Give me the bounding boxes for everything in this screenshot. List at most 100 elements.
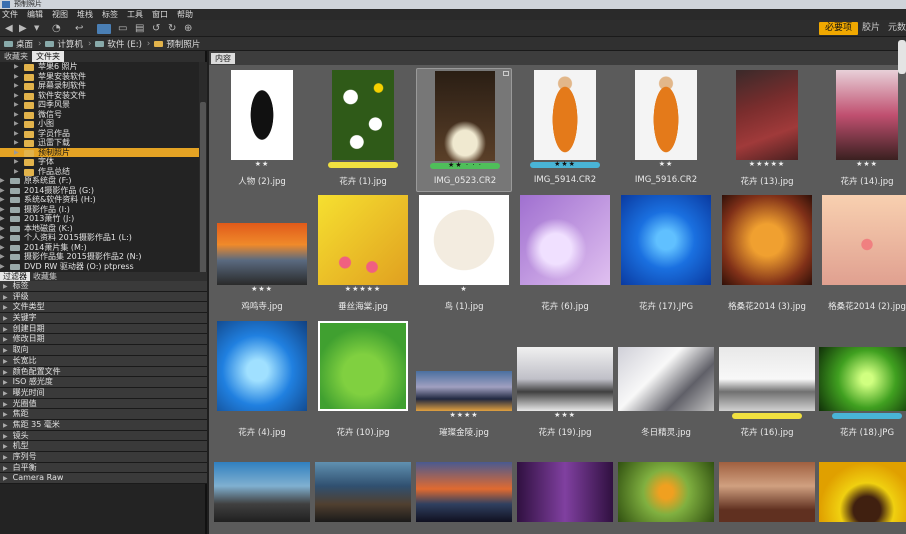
- thumbnail-image[interactable]: [416, 371, 512, 411]
- thumbnail-image[interactable]: [416, 462, 512, 522]
- boomerang-icon[interactable]: ↩: [75, 23, 83, 34]
- thumbnail-image[interactable]: [217, 321, 307, 411]
- tree-item[interactable]: ▶ 摄影作品 (I:): [0, 205, 199, 215]
- expand-triangle-icon[interactable]: ▶: [0, 176, 5, 186]
- thumbnail-image[interactable]: [635, 70, 697, 160]
- thumbnail-image[interactable]: [435, 71, 495, 161]
- filter-row[interactable]: ▶ 焦距 35 毫米: [0, 419, 207, 431]
- thumbnail-cell[interactable]: 格桑花2014 (3).jpg: [719, 193, 815, 317]
- tree-item[interactable]: ▶ 软件安装文件: [0, 91, 199, 101]
- filter-row[interactable]: ▶ 白平衡: [0, 462, 207, 474]
- thumbnail-cell[interactable]: 冬日精灵.jpg: [618, 319, 714, 443]
- star-rating[interactable]: ★★★: [517, 411, 613, 419]
- expand-triangle-icon[interactable]: ▶: [14, 81, 19, 91]
- star-rating[interactable]: ★★ · · ·: [417, 161, 513, 169]
- filter-row[interactable]: ▶ 修改日期: [0, 334, 207, 346]
- expand-triangle-icon[interactable]: ▶: [14, 138, 19, 148]
- tree-item[interactable]: ▶ 小图: [0, 119, 199, 129]
- thumbnail-image[interactable]: [318, 321, 408, 411]
- thumbnail-image[interactable]: [618, 462, 714, 522]
- thumbnail-cell[interactable]: ★ 鸟 (1).jpg: [416, 193, 512, 317]
- thumbnail-cell[interactable]: 花卉 (6).jpg: [517, 193, 613, 317]
- thumbnail-image[interactable]: [318, 195, 408, 285]
- breadcrumb-folder[interactable]: 预制照片: [154, 38, 200, 50]
- star-rating[interactable]: ★★: [618, 160, 714, 168]
- tree-item[interactable]: ▶ 2014摄影作品 (G:): [0, 186, 199, 196]
- star-rating[interactable]: ★★★★: [416, 411, 512, 419]
- filter-row[interactable]: ▶ 机型: [0, 441, 207, 452]
- dropdown-icon[interactable]: ▼: [34, 23, 39, 34]
- thumbnail-cell[interactable]: 格桑花2014 (2).jpg: [819, 193, 906, 317]
- filter-row[interactable]: ▶ 长宽比: [0, 355, 207, 367]
- thumbnail-cell[interactable]: 花卉 (1).jpg: [315, 68, 411, 192]
- star-rating[interactable]: ★: [416, 285, 512, 293]
- thumbnail-cell[interactable]: [517, 459, 613, 534]
- expand-triangle-icon[interactable]: ▶: [0, 243, 5, 253]
- tree-item[interactable]: ▶ 系统&软件资料 (H:): [0, 195, 199, 205]
- menu-view[interactable]: 视图: [52, 9, 68, 20]
- star-rating[interactable]: ★★★: [517, 160, 613, 168]
- thumbnail-image[interactable]: [736, 70, 798, 160]
- star-rating[interactable]: ★★★: [819, 160, 906, 168]
- thumbnail-image[interactable]: [719, 347, 815, 411]
- tab-favorites[interactable]: 收藏夹: [0, 51, 32, 62]
- tree-item[interactable]: ▶ 预制照片: [0, 147, 199, 157]
- filter-row[interactable]: ▶ 颜色配置文件: [0, 366, 207, 378]
- tree-item[interactable]: ▶ 2013萧竹 (J:): [0, 214, 199, 224]
- tree-item[interactable]: ▶ DVD RW 驱动器 (O:) ptpress: [0, 262, 199, 272]
- thumbnail-cell[interactable]: ★★ · · · IMG_0523.CR2: [416, 68, 512, 192]
- filter-row[interactable]: ▶ 镜头: [0, 430, 207, 442]
- expand-triangle-icon[interactable]: ▶: [14, 119, 19, 129]
- expand-triangle-icon[interactable]: ▶: [0, 214, 5, 224]
- new-folder-icon[interactable]: ⊕: [184, 23, 192, 34]
- thumbnail-image[interactable]: [332, 70, 394, 160]
- tab-collections[interactable]: 收藏集: [30, 272, 60, 281]
- filter-row[interactable]: ▶ ISO 感光度: [0, 377, 207, 388]
- filter-row[interactable]: ▶ 标签: [0, 281, 207, 292]
- thumbnail-cell[interactable]: [416, 459, 512, 534]
- back-icon[interactable]: ◀: [5, 23, 13, 34]
- thumbnail-cell[interactable]: [618, 459, 714, 534]
- thumbnail-image[interactable]: [722, 195, 812, 285]
- filter-row[interactable]: ▶ 关键字: [0, 313, 207, 324]
- thumbnail-cell[interactable]: ★★★ IMG_5914.CR2: [517, 68, 613, 192]
- expand-triangle-icon[interactable]: ▶: [14, 100, 19, 110]
- expand-triangle-icon[interactable]: ▶: [14, 62, 19, 72]
- breadcrumb-computer[interactable]: 计算机 ›: [45, 38, 91, 50]
- expand-triangle-icon[interactable]: ▶: [14, 129, 19, 139]
- tree-item[interactable]: ▶ 四季风景: [0, 100, 199, 110]
- thumbnail-image[interactable]: [836, 70, 898, 160]
- filter-row[interactable]: ▶ Camera Raw: [0, 473, 207, 485]
- tree-item[interactable]: ▶ 微信号: [0, 110, 199, 120]
- menu-window[interactable]: 窗口: [152, 9, 168, 20]
- breadcrumb-drive[interactable]: 软件 (E:) ›: [95, 38, 150, 50]
- expand-triangle-icon[interactable]: ▶: [14, 167, 19, 177]
- thumbnail-image[interactable]: [315, 462, 411, 522]
- filter-row[interactable]: ▶ 评级: [0, 291, 207, 303]
- thumbnail-image[interactable]: [419, 195, 509, 285]
- expand-triangle-icon[interactable]: ▶: [14, 110, 19, 120]
- tab-folders[interactable]: 文件夹: [32, 51, 64, 62]
- thumbnail-image[interactable]: [618, 347, 714, 411]
- camera-icon[interactable]: [97, 24, 111, 34]
- thumbnail-cell[interactable]: ★★★★ 璀璨金陵.jpg: [416, 319, 512, 443]
- menu-label[interactable]: 标签: [102, 9, 118, 20]
- tab-filter[interactable]: 过滤器: [0, 272, 30, 281]
- menu-help[interactable]: 帮助: [177, 9, 193, 20]
- filter-row[interactable]: ▶ 焦距: [0, 409, 207, 420]
- tree-item[interactable]: ▶ 迅雷下载: [0, 138, 199, 148]
- star-rating[interactable]: ★★: [214, 160, 310, 168]
- expand-triangle-icon[interactable]: ▶: [14, 72, 19, 82]
- tree-item[interactable]: ▶ 2014萧片集 (M:): [0, 243, 199, 253]
- thumbnail-image[interactable]: [719, 462, 815, 522]
- workspace-metadata[interactable]: 元数: [888, 22, 906, 35]
- star-rating[interactable]: ★★★★★: [719, 160, 815, 168]
- tree-item[interactable]: ▶ 摄影作品集 2015摄影作品2 (N:): [0, 252, 199, 262]
- expand-triangle-icon[interactable]: ▶: [0, 224, 5, 234]
- menu-stack[interactable]: 堆栈: [77, 9, 93, 20]
- expand-triangle-icon[interactable]: ▶: [0, 186, 5, 196]
- menu-file[interactable]: 文件: [2, 9, 18, 20]
- thumbnail-cell[interactable]: ★★★★★ 垂丝海棠.jpg: [315, 193, 411, 317]
- thumbnail-cell[interactable]: 花卉 (18).JPG: [819, 319, 906, 443]
- workspace-essentials[interactable]: 必要项: [819, 22, 859, 35]
